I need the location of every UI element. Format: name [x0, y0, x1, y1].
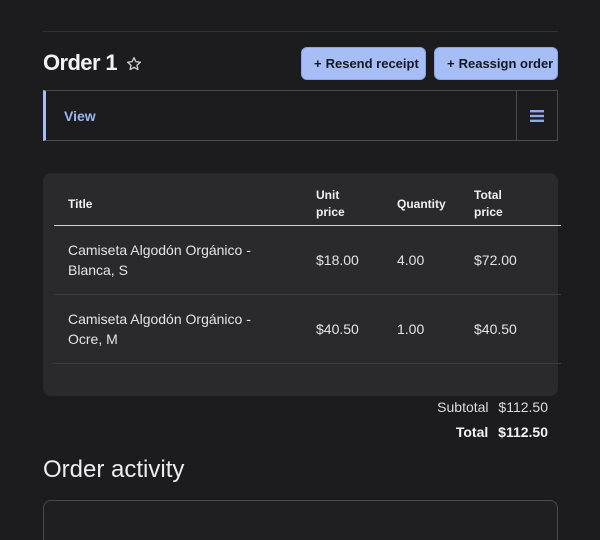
page-title: Order 1 — [43, 50, 118, 75]
star-icon[interactable] — [126, 56, 142, 72]
subtotal-value: $112.50 — [498, 399, 548, 415]
item-quantity: 4.00 — [397, 225, 474, 295]
item-total-price: $40.50 — [474, 294, 561, 364]
reassign-order-button[interactable]: + Reassign order — [434, 46, 558, 80]
table-row[interactable]: Camiseta Algodón Orgánico - Ocre, M $40.5… — [54, 294, 561, 364]
hamburger-icon — [530, 109, 544, 122]
top-divider — [43, 31, 558, 32]
item-title: Camiseta Algodón Orgánico - Ocre, M — [54, 294, 316, 364]
order-items-card: Title Unit price Quantity Total price Cami… — [43, 173, 561, 396]
menu-button[interactable] — [516, 91, 557, 140]
order-activity-title: Order activity — [43, 456, 185, 483]
item-total-price: $72.00 — [474, 225, 561, 295]
column-header-unit-price: Unit price — [316, 183, 397, 226]
header-actions: + Resend receipt + Reassign order — [301, 46, 558, 80]
item-quantity: 1.00 — [397, 294, 474, 364]
subtotal-row: Subtotal $112.50 — [437, 398, 548, 423]
order-activity-card — [43, 500, 558, 540]
item-title: Camiseta Algodón Orgánico - Blanca, S — [54, 225, 316, 295]
column-header-total-price: Total price — [474, 183, 561, 226]
total-label: Total — [455, 424, 489, 440]
resend-receipt-button[interactable]: + Resend receipt — [301, 46, 426, 80]
table-header-row: Title Unit price Quantity Total price — [54, 183, 561, 226]
total-value: $112.50 — [498, 424, 548, 440]
total-row: Total $112.50 — [437, 423, 548, 448]
page-header: Order 1 + Resend receipt + Reassign orde… — [43, 46, 558, 80]
resend-receipt-label: Resend receipt — [325, 55, 419, 71]
order-items-table: Title Unit price Quantity Total price Cami… — [54, 183, 561, 364]
reassign-order-label: Reassign order — [458, 55, 554, 71]
view-tab-bar: View — [43, 90, 558, 141]
plus-icon: + — [314, 55, 322, 71]
tab-view[interactable]: View — [46, 91, 516, 140]
title-group: Order 1 — [43, 50, 142, 76]
table-row[interactable]: Camiseta Algodón Orgánico - Blanca, S $18… — [54, 225, 561, 295]
subtotal-label: Subtotal — [437, 399, 489, 415]
plus-icon: + — [447, 55, 455, 71]
column-header-title: Title — [54, 183, 316, 226]
order-totals: Subtotal $112.50 Total $112.50 — [437, 398, 548, 448]
column-header-quantity: Quantity — [397, 183, 474, 226]
item-unit-price: $18.00 — [316, 225, 397, 295]
order-page: Order 1 + Resend receipt + Reassign orde… — [0, 0, 600, 540]
item-unit-price: $40.50 — [316, 294, 397, 364]
